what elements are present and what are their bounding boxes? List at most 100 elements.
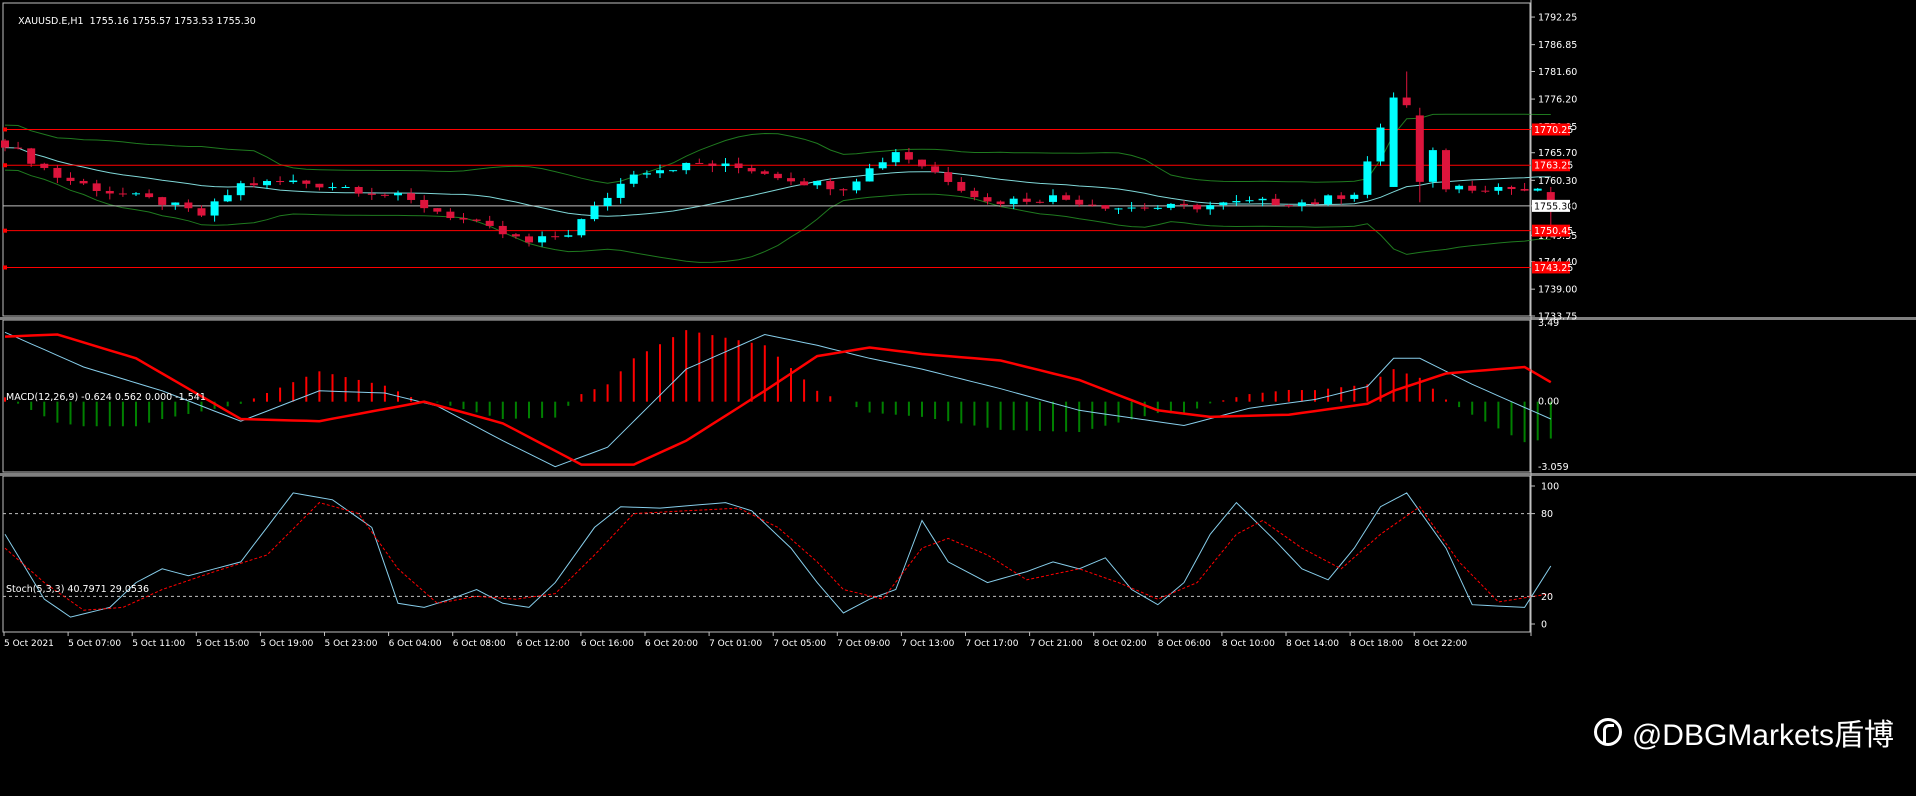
- candle-body: [66, 177, 75, 181]
- candle-body: [1049, 195, 1057, 202]
- mt4-chart-window[interactable]: 1792.251786.851781.601776.201770.851765.…: [0, 0, 1916, 792]
- candle-body: [525, 236, 533, 243]
- candle-body: [1009, 198, 1018, 205]
- price-tick-label: 1760.30: [1538, 176, 1577, 187]
- candle-body: [1114, 208, 1123, 210]
- candle-body: [1271, 198, 1280, 206]
- candle-body: [446, 211, 455, 219]
- candle-body: [1297, 202, 1306, 206]
- candle-body: [354, 187, 363, 194]
- candle-body: [223, 195, 232, 202]
- candle-body: [721, 163, 730, 167]
- candle-body: [773, 173, 782, 179]
- pane-splitter: [0, 317, 1916, 320]
- candle-body: [878, 162, 887, 169]
- macd-tick-label: 3.49: [1538, 318, 1559, 329]
- candle-body: [1075, 199, 1084, 205]
- candle-body: [380, 194, 389, 196]
- time-tick-label: 7 Oct 13:00: [901, 639, 954, 649]
- candle-body: [1520, 189, 1529, 191]
- candle-body: [1127, 207, 1136, 209]
- price-tick-label: 1739.00: [1538, 285, 1577, 296]
- time-tick-label: 7 Oct 17:00: [966, 639, 1019, 649]
- level-price-label: 1743.25: [1534, 263, 1573, 274]
- time-tick-label: 5 Oct 15:00: [196, 639, 249, 649]
- price-pane-frame: [2, 2, 1531, 317]
- candle-body: [1180, 203, 1188, 205]
- candle-body: [682, 162, 691, 171]
- candle-body: [538, 236, 547, 243]
- candle-body: [918, 159, 926, 167]
- stoch-tick-label: 20: [1541, 592, 1553, 603]
- candle-body: [590, 206, 599, 220]
- candle-body: [1193, 204, 1202, 210]
- candle-body: [616, 183, 625, 198]
- time-tick-label: 7 Oct 01:00: [709, 639, 762, 649]
- candle-body: [263, 181, 271, 186]
- candle-body: [433, 208, 442, 212]
- candle-body: [800, 181, 809, 186]
- candle-body: [289, 180, 298, 183]
- stoch-pane-frame: [2, 475, 1531, 633]
- candle-body: [1206, 205, 1215, 210]
- candle-body: [865, 168, 874, 182]
- candle-body: [787, 178, 795, 182]
- candle-body: [394, 193, 402, 196]
- symbol-name: XAUUSD.E,H1: [18, 16, 84, 27]
- time-tick-label: 7 Oct 05:00: [773, 639, 826, 649]
- candle-body: [197, 208, 206, 216]
- candle-body: [472, 219, 481, 221]
- stoch-tick-label: 80: [1541, 509, 1553, 520]
- candle-body: [1350, 194, 1359, 199]
- candle-body: [302, 180, 311, 184]
- candle-body: [839, 189, 848, 191]
- price-tick-label: 1776.20: [1538, 95, 1577, 106]
- candle-body: [276, 181, 285, 183]
- candles: [1, 71, 1555, 247]
- candle-body: [1062, 195, 1071, 200]
- candle-body: [603, 197, 612, 207]
- time-tick-label: 6 Oct 08:00: [453, 639, 506, 649]
- candle-body: [747, 168, 756, 172]
- candle-body: [1337, 195, 1346, 199]
- candle-body: [105, 190, 114, 194]
- candle-body: [1428, 150, 1437, 182]
- candle-body: [1363, 161, 1372, 195]
- candle-body: [420, 199, 429, 209]
- time-tick-label: 6 Oct 20:00: [645, 639, 698, 649]
- candle-body: [996, 201, 1005, 205]
- candle-body: [1442, 150, 1450, 190]
- level-anchor: [3, 127, 7, 132]
- candle-body: [328, 187, 337, 189]
- candle-body: [904, 152, 913, 160]
- candle-body: [931, 166, 940, 173]
- time-tick-label: 5 Oct 19:00: [260, 639, 313, 649]
- stoch-label: Stoch(5,3,3) 40.7971 29.0536: [6, 584, 150, 595]
- candle-body: [459, 218, 468, 220]
- candle-body: [629, 174, 638, 184]
- time-tick-label: 8 Oct 02:00: [1094, 639, 1147, 649]
- candle-body: [1101, 205, 1110, 209]
- candle-body: [1455, 185, 1464, 190]
- ohlc-values: 1755.16 1755.57 1753.53 1755.30: [89, 16, 256, 27]
- time-tick-label: 5 Oct 07:00: [68, 639, 121, 649]
- watermark-text: @DBGMarkets盾博: [1631, 719, 1894, 752]
- candle-body: [118, 193, 127, 195]
- candle-body: [367, 193, 376, 195]
- candle-body: [407, 193, 416, 200]
- level-price-label: 1750.45: [1534, 226, 1573, 237]
- chart-canvas[interactable]: 1792.251786.851781.601776.201770.851765.…: [0, 0, 1916, 792]
- stoch-main-line: [4, 492, 1552, 618]
- candle-body: [1311, 202, 1319, 205]
- candle-body: [341, 187, 350, 189]
- candle-body: [236, 183, 245, 196]
- candle-body: [1153, 207, 1162, 209]
- time-tick-label: 8 Oct 18:00: [1350, 639, 1403, 649]
- time-tick-label: 8 Oct 10:00: [1222, 639, 1275, 649]
- horizontal-levels: [3, 127, 1531, 270]
- candle-body: [79, 180, 88, 184]
- candle-body: [249, 183, 258, 186]
- time-tick-label: 5 Oct 23:00: [325, 639, 378, 649]
- candle-body: [760, 171, 769, 174]
- candle-body: [132, 193, 140, 195]
